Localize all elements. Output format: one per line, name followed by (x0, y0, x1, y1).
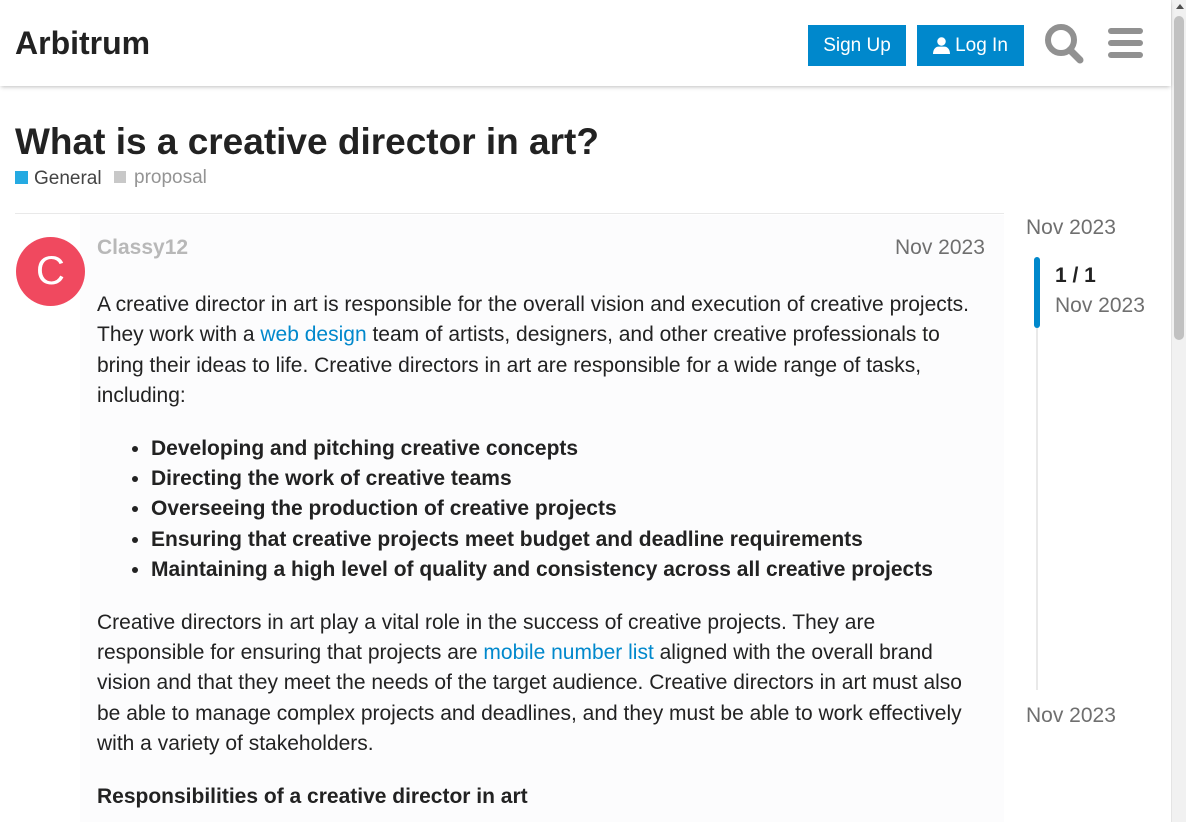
avatar[interactable]: C (16, 237, 85, 306)
topic-title[interactable]: What is a creative director in art? (15, 120, 599, 164)
tag-label: proposal (134, 167, 207, 188)
timeline-end-date[interactable]: Nov 2023 (1026, 704, 1116, 728)
timeline-start-date[interactable]: Nov 2023 (1026, 216, 1116, 240)
post-content: A creative director in art is responsibl… (97, 290, 977, 812)
log-in-label: Log In (955, 35, 1008, 56)
timeline-scroll-handle[interactable] (1034, 257, 1040, 328)
web-design-link[interactable]: web design (260, 323, 366, 346)
responsibilities-list: Developing and pitching creative concept… (97, 434, 977, 586)
list-item: Maintaining a high level of quality and … (151, 555, 977, 585)
site-header: Arbitrum Sign Up Log In (0, 0, 1171, 86)
post-username[interactable]: Classy12 (97, 236, 188, 260)
scrollbar-thumb[interactable] (1174, 16, 1184, 340)
hamburger-menu-icon[interactable] (1104, 20, 1146, 64)
sign-up-button[interactable]: Sign Up (808, 25, 906, 66)
post-paragraph-1: A creative director in art is responsibl… (97, 290, 977, 412)
page: Arbitrum Sign Up Log In What is a creati… (0, 0, 1186, 822)
post-subheading: Responsibilities of a creative director … (97, 784, 528, 808)
mobile-number-list-link[interactable]: mobile number list (483, 641, 653, 664)
post-paragraph-2: Creative directors in art play a vital r… (97, 608, 977, 760)
timeline-position-date: Nov 2023 (1055, 294, 1145, 317)
post-date[interactable]: Nov 2023 (895, 236, 985, 260)
list-item: Developing and pitching creative concept… (151, 434, 977, 464)
search-icon[interactable] (1043, 20, 1085, 64)
tag-square-icon (114, 171, 126, 183)
scroll-up-arrow-icon[interactable] (1176, 4, 1184, 9)
list-item: Ensuring that creative projects meet bud… (151, 525, 977, 555)
user-icon (933, 37, 950, 54)
list-item: Directing the work of creative teams (151, 464, 977, 494)
timeline-position: 1 / 1 (1055, 264, 1096, 287)
list-item: Overseeing the production of creative pr… (151, 494, 977, 524)
log-in-button[interactable]: Log In (917, 25, 1024, 66)
category-label: General (34, 168, 102, 189)
category-badge[interactable]: General (15, 168, 102, 190)
site-title[interactable]: Arbitrum (15, 23, 150, 63)
tag-badge[interactable]: proposal (114, 167, 207, 189)
category-color-square (15, 171, 28, 184)
title-divider (15, 213, 1004, 214)
vertical-scrollbar[interactable] (1171, 0, 1186, 822)
